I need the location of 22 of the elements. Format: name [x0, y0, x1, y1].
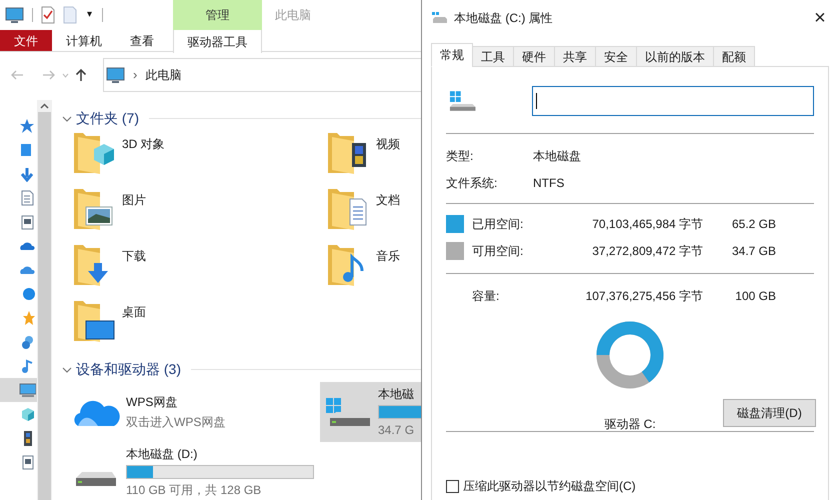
- field-value: NTFS: [533, 174, 564, 192]
- byte-count: 107,376,275,456 字节: [584, 288, 703, 304]
- size-value: 100 GB: [734, 288, 776, 304]
- breadcrumb-separator: ›: [133, 66, 138, 84]
- dialog-title: 本地磁盘 (C:) 属性: [454, 10, 554, 27]
- drive-detail: 34.7 G: [378, 422, 416, 439]
- breadcrumb-item: 此电脑: [145, 67, 182, 84]
- size-value: 65.2 GB: [730, 216, 776, 232]
- window-title: 此电脑: [275, 7, 311, 24]
- drive-detail: 110 GB 可用，共 128 GB: [126, 482, 262, 499]
- field-value: 本地磁盘: [533, 148, 581, 164]
- size-value: 34.7 GB: [730, 242, 776, 260]
- field-label: 可用空间:: [472, 242, 524, 260]
- drive-detail: 双击进入WPS网盘: [126, 414, 226, 431]
- drive-label: 驱动器 C:: [604, 416, 656, 433]
- field-label: 容量:: [472, 288, 500, 304]
- byte-count: 70,103,465,984 字节: [591, 216, 703, 232]
- byte-count: 37,272,809,472 字节: [591, 242, 703, 260]
- context-tab-header: 管理: [173, 0, 262, 30]
- field-label: 文件系统:: [446, 174, 498, 192]
- field-label: 已用空间:: [472, 216, 524, 232]
- field-label: 类型:: [446, 148, 474, 164]
